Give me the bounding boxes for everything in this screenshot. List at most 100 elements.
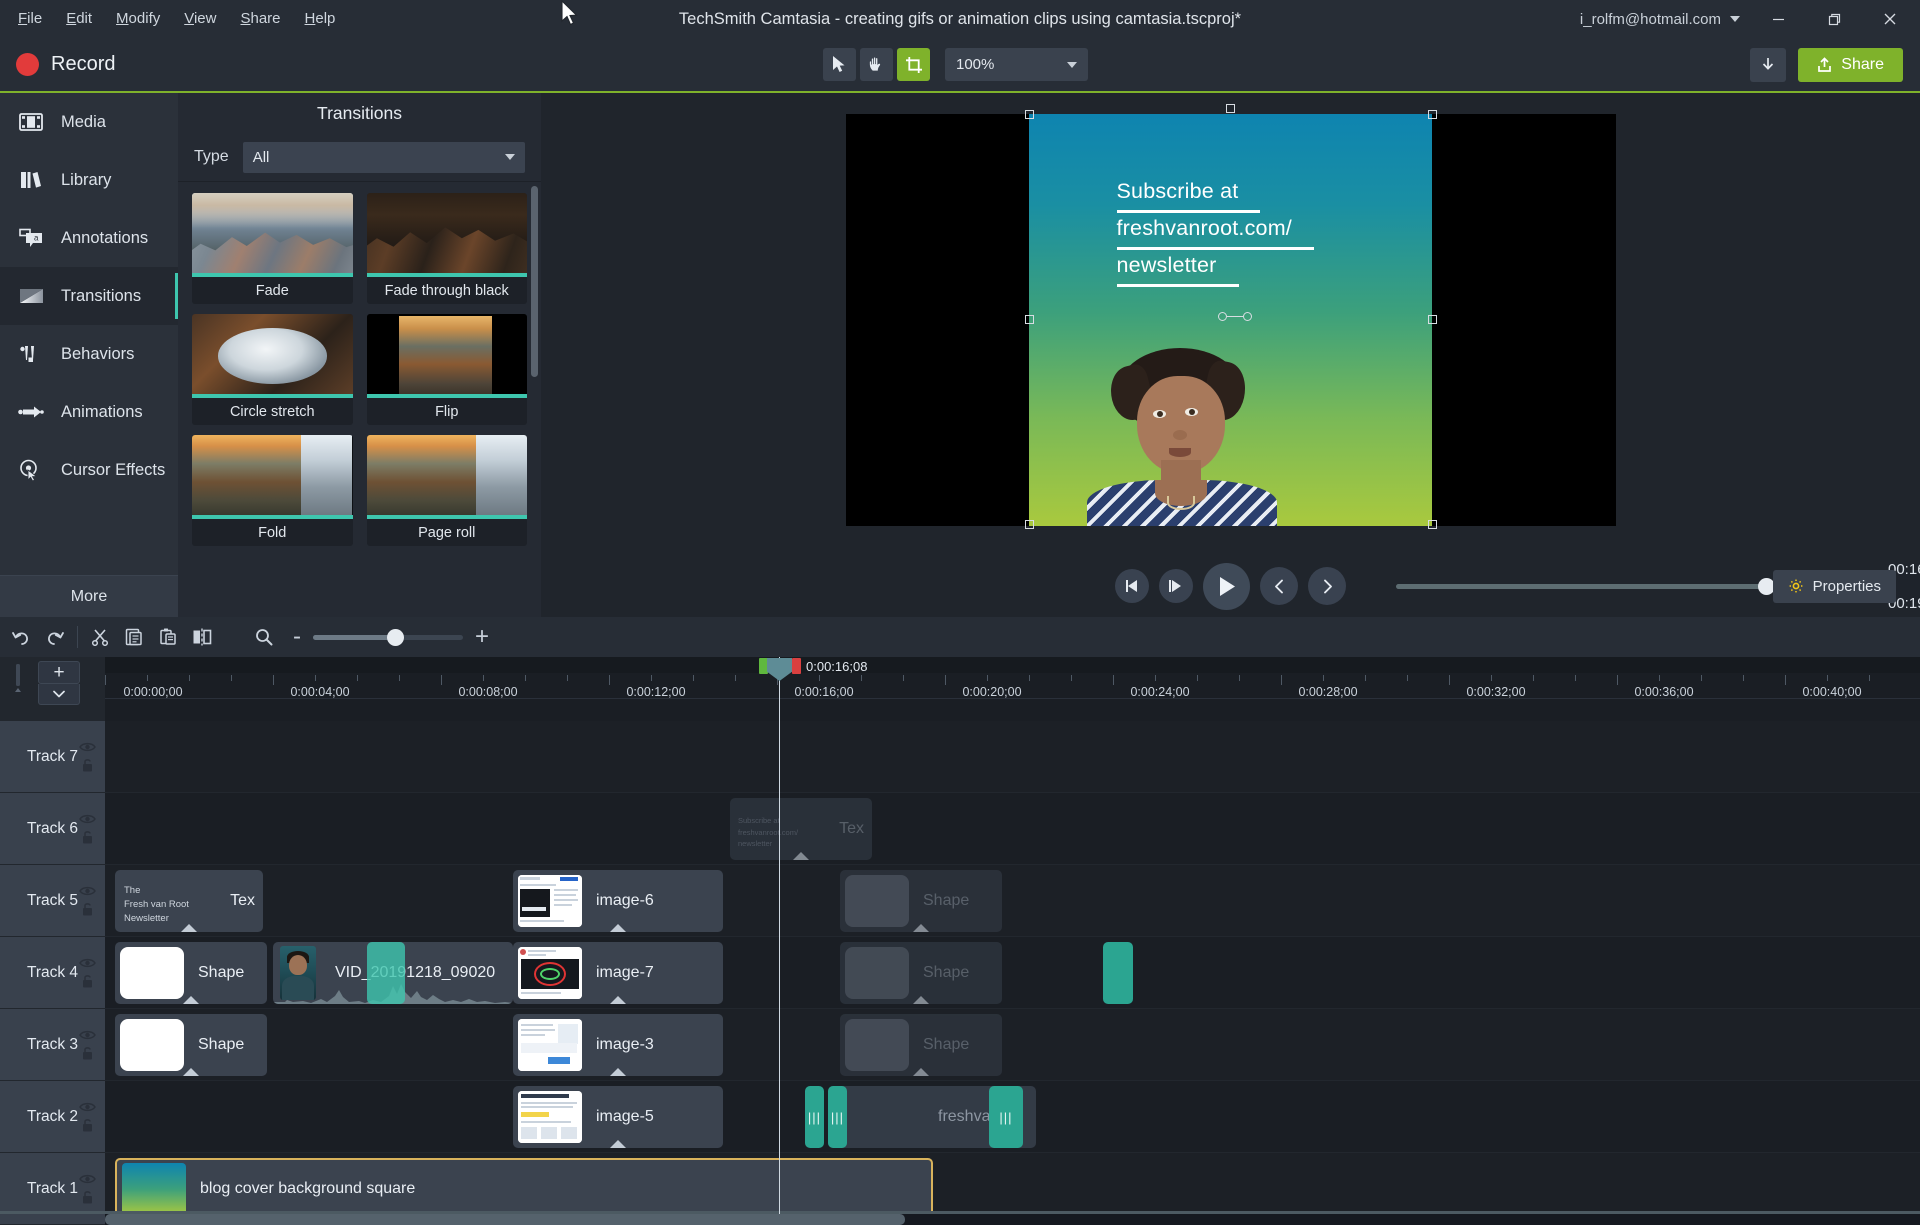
selection-handle-tl[interactable] (1024, 110, 1034, 119)
transition-marker[interactable]: ||| (989, 1086, 1023, 1148)
sidebar-item-media[interactable]: Media (0, 93, 178, 151)
clip-expand-arrow[interactable] (913, 996, 929, 1004)
track-head-6[interactable]: Track 6 (0, 793, 105, 865)
lock-icon[interactable] (81, 1045, 94, 1060)
scrollbar-thumb[interactable] (105, 1214, 905, 1225)
track-head-7[interactable]: Track 7 (0, 721, 105, 793)
crop-tool-button[interactable] (897, 48, 930, 81)
menu-view[interactable]: View (172, 6, 228, 31)
track-row-6[interactable]: Subscribe at freshvanroot.com/ newslette… (105, 793, 1920, 865)
previous-clip-button[interactable] (1260, 567, 1298, 605)
play-button[interactable] (1203, 562, 1250, 610)
hand-tool-button[interactable] (860, 48, 893, 81)
track-list-toggle[interactable] (38, 684, 80, 705)
track-head-1[interactable]: Track 1 (0, 1153, 105, 1225)
export-button[interactable] (1750, 47, 1787, 82)
clip-expand-arrow[interactable] (183, 996, 199, 1004)
eye-icon[interactable] (79, 741, 96, 752)
clip-shape-track3[interactable]: Shape (115, 1014, 267, 1076)
share-button[interactable]: Share (1798, 47, 1903, 82)
clip-shape-track4-ghost[interactable]: Shape (840, 942, 1002, 1004)
sidebar-item-behaviors[interactable]: Behaviors (0, 325, 178, 383)
transitions-scrollbar[interactable] (531, 186, 538, 378)
redo-button[interactable] (38, 621, 72, 653)
track-row-5[interactable]: The Fresh van Root Newsletter Tex image-… (105, 865, 1920, 937)
lock-icon[interactable] (81, 901, 94, 916)
menu-help[interactable]: Help (293, 6, 348, 31)
lock-icon[interactable] (81, 829, 94, 844)
sidebar-item-transitions[interactable]: Transitions (0, 267, 178, 325)
record-button[interactable]: Record (0, 53, 131, 76)
track-row-7[interactable] (105, 721, 1920, 793)
timeline-horizontal-scrollbar[interactable] (105, 1214, 1920, 1225)
pointer-tool-button[interactable] (823, 48, 856, 81)
zoom-slider-knob[interactable] (387, 628, 404, 646)
clip-expand-arrow[interactable] (610, 1140, 626, 1148)
timeline-canvas[interactable]: 0:00:00;00 0:00:04;00 0:00:08;00 0:00:12… (105, 657, 1920, 1225)
zoom-out-button[interactable]: - (293, 625, 301, 649)
track-head-5[interactable]: Track 5 (0, 865, 105, 937)
preview-canvas[interactable]: Subscribe at freshvanroot.com/ newslette… (845, 104, 1616, 529)
next-clip-button[interactable] (1308, 567, 1346, 605)
clip-image-6[interactable]: image-6 (513, 870, 723, 932)
clip-expand-arrow[interactable] (610, 996, 626, 1004)
selection-handle-bl[interactable] (1024, 520, 1034, 529)
undo-button[interactable] (4, 621, 38, 653)
canvas-zoom-select[interactable]: 100% (945, 48, 1088, 81)
zoom-to-fit-button[interactable] (247, 621, 281, 653)
clip-expand-arrow[interactable] (610, 1068, 626, 1076)
step-forward-button[interactable] (1159, 569, 1193, 603)
selection-handle-tc[interactable] (1225, 104, 1235, 113)
cut-button[interactable] (83, 621, 117, 653)
eye-icon[interactable] (79, 1173, 96, 1184)
menu-modify[interactable]: Modify (104, 6, 172, 31)
clip-image-3[interactable]: image-3 (513, 1014, 723, 1076)
selection-handle-mr[interactable] (1427, 315, 1437, 324)
transition-card-page-roll[interactable]: Page roll (366, 435, 527, 546)
clip-shape-track3-ghost[interactable]: Shape (840, 1014, 1002, 1076)
sidebar-item-annotations[interactable]: a Annotations (0, 209, 178, 267)
selection-handle-ml[interactable] (1024, 315, 1034, 324)
transition-marker[interactable] (367, 942, 405, 1004)
clip-expand-arrow[interactable] (181, 924, 197, 932)
properties-button[interactable]: Properties (1772, 569, 1896, 603)
restore-button[interactable] (1806, 0, 1862, 38)
transition-card-fade[interactable]: Fade (192, 193, 353, 304)
transition-marker[interactable]: ||| (828, 1086, 847, 1148)
selection-handle-tr[interactable] (1427, 110, 1437, 119)
track-row-2[interactable]: image-5 ||| freshvan ||| ||| (105, 1081, 1920, 1153)
account-menu[interactable]: i_rolfm@hotmail.com (1570, 11, 1750, 28)
menu-edit[interactable]: Edit (54, 6, 104, 31)
menu-share[interactable]: Share (228, 6, 292, 31)
eye-icon[interactable] (79, 1029, 96, 1040)
clip-text-track6-ghost[interactable]: Subscribe at freshvanroot.com/ newslette… (730, 798, 872, 860)
rotation-handle[interactable] (1217, 312, 1252, 321)
copy-button[interactable] (117, 621, 151, 653)
clip-expand-arrow[interactable] (793, 852, 809, 860)
track-head-4[interactable]: Track 4 (0, 937, 105, 1009)
selection-handle-br[interactable] (1427, 520, 1437, 529)
split-button[interactable] (185, 621, 219, 653)
step-back-button[interactable] (1115, 569, 1149, 603)
sidebar-more-button[interactable]: More (0, 575, 178, 617)
clip-expand-arrow[interactable] (183, 1068, 199, 1076)
lock-icon[interactable] (81, 1117, 94, 1132)
clip-expand-arrow[interactable] (913, 924, 929, 932)
add-track-button[interactable]: + (38, 661, 80, 684)
minimize-button[interactable] (1750, 0, 1806, 38)
timeline-ruler[interactable]: 0:00:00;00 0:00:04;00 0:00:08;00 0:00:12… (105, 657, 1920, 699)
menu-file[interactable]: File (6, 6, 54, 31)
transition-card-flip[interactable]: Flip (366, 314, 527, 425)
clip-expand-arrow[interactable] (913, 1068, 929, 1076)
clip-shape-track4[interactable]: Shape (115, 942, 267, 1004)
marker-track-icon[interactable] (8, 661, 28, 694)
transition-card-circle-stretch[interactable]: Circle stretch (192, 314, 353, 425)
eye-icon[interactable] (79, 885, 96, 896)
lock-icon[interactable] (81, 757, 94, 772)
sidebar-item-library[interactable]: Library (0, 151, 178, 209)
clip-image-5[interactable]: image-5 (513, 1086, 723, 1148)
clip-image-7[interactable]: image-7 (513, 942, 723, 1004)
lock-icon[interactable] (81, 1189, 94, 1204)
timeline-zoom-slider[interactable] (313, 628, 463, 646)
transition-card-fade-through-black[interactable]: Fade through black (366, 193, 527, 304)
